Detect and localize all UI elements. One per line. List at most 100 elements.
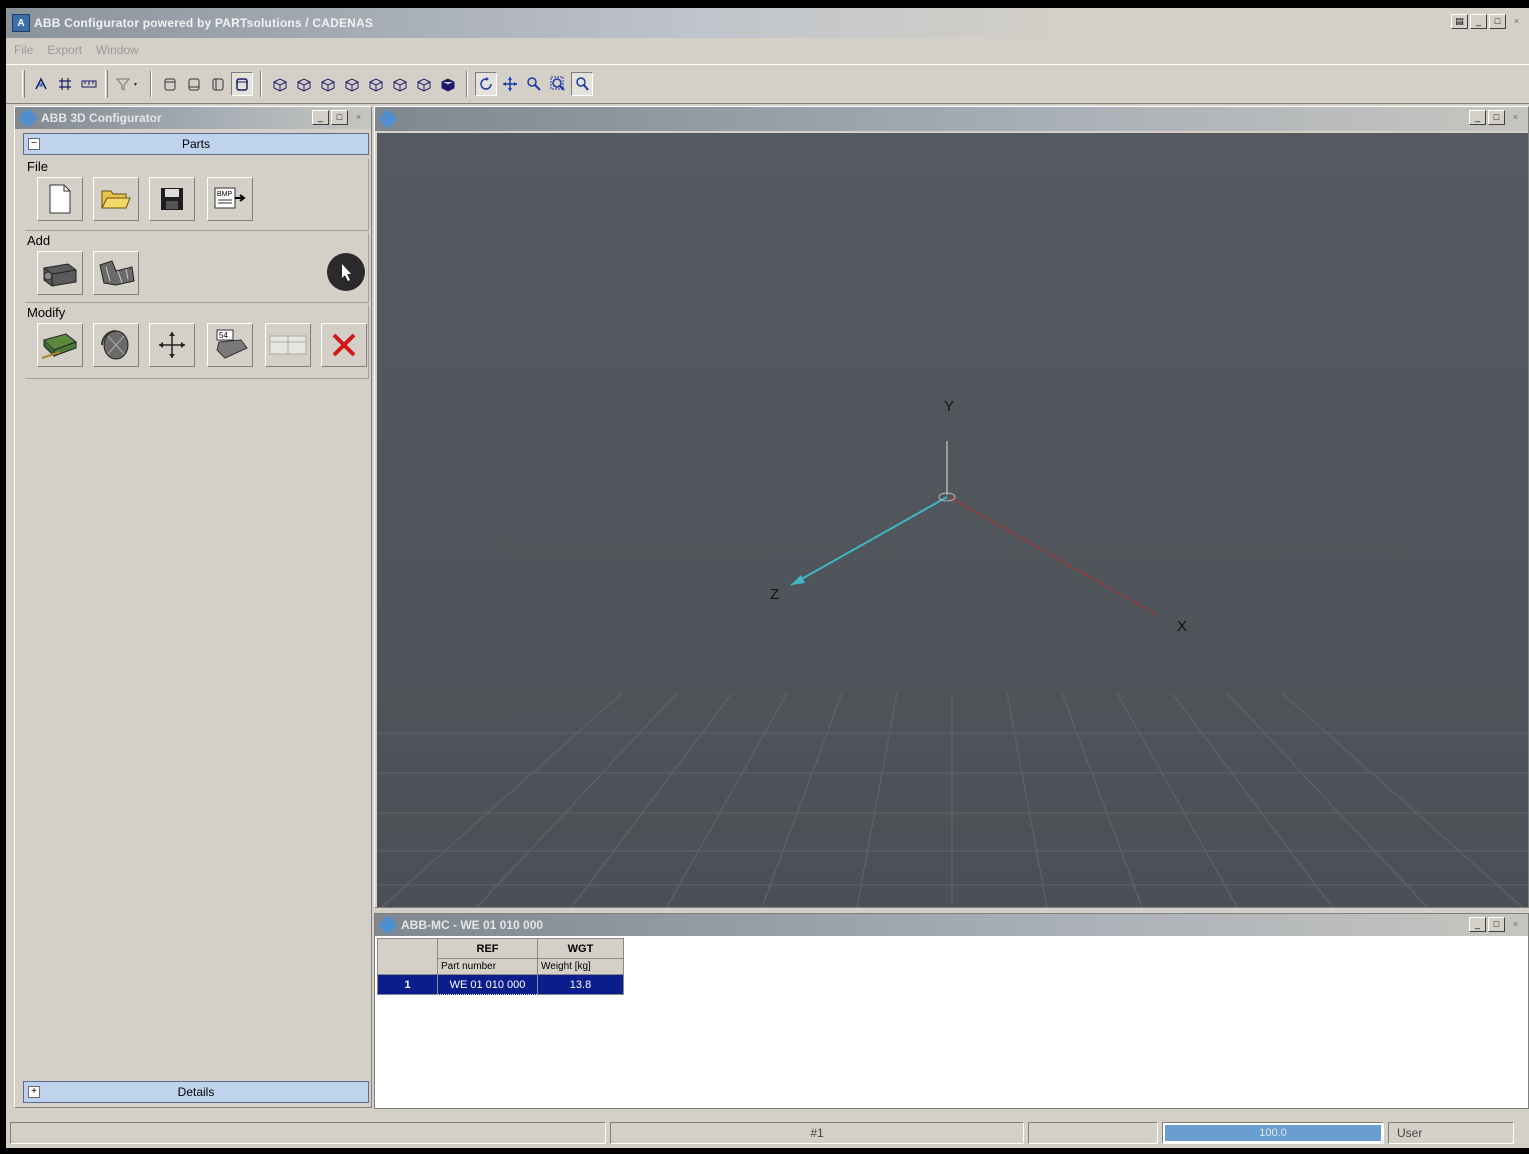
panel-close-button[interactable]: × bbox=[350, 110, 367, 125]
rotate-part-button[interactable] bbox=[93, 323, 139, 367]
panel-title-bar: ABB 3D Configurator _ □ × bbox=[15, 107, 371, 129]
numbering-button[interactable]: 54 bbox=[207, 323, 253, 367]
viewport-maximize-button[interactable]: □ bbox=[1488, 110, 1505, 125]
edit-part-button[interactable] bbox=[37, 323, 83, 367]
iso-view-icon-6[interactable] bbox=[389, 72, 411, 96]
zoom-icon[interactable] bbox=[523, 72, 545, 96]
app-icon: A bbox=[12, 14, 30, 32]
table-window-controls: _ □ × bbox=[1469, 917, 1524, 932]
ruler-icon[interactable] bbox=[78, 72, 100, 96]
col-wgt-label: Weight [kg] bbox=[537, 958, 624, 975]
part-table-window: ABB-MC - WE 01 010 000 _ □ × REF WGT Par… bbox=[374, 913, 1529, 1109]
export-bmp-button[interactable]: BMP bbox=[207, 177, 253, 221]
rotate-icon[interactable] bbox=[475, 72, 497, 96]
main-toolbar bbox=[6, 64, 1529, 104]
parts-section-header[interactable]: − Parts bbox=[23, 133, 369, 155]
menu-bar: File Export Window bbox=[6, 38, 1529, 62]
cube-left-icon[interactable] bbox=[207, 72, 229, 96]
grid-icon[interactable] bbox=[54, 72, 76, 96]
ref-cell[interactable]: WE 01 010 000 bbox=[437, 974, 538, 995]
3d-viewport[interactable]: Y Z X bbox=[377, 133, 1528, 907]
edit-part-icon bbox=[41, 333, 78, 359]
ground-grid bbox=[377, 692, 1528, 907]
collapse-icon[interactable]: − bbox=[28, 138, 40, 150]
menu-file[interactable]: File bbox=[14, 43, 33, 57]
parts-header-label: Parts bbox=[181, 137, 210, 151]
toolbar-grip[interactable] bbox=[22, 70, 25, 98]
zoom-window-icon[interactable] bbox=[547, 72, 569, 96]
iso-view-icon-4[interactable] bbox=[341, 72, 363, 96]
delete-x-icon bbox=[332, 333, 356, 357]
col-ref-header[interactable]: REF bbox=[437, 938, 538, 959]
open-file-button[interactable] bbox=[93, 177, 139, 221]
filter-icon[interactable] bbox=[113, 72, 143, 96]
iso-view-icon-2[interactable] bbox=[293, 72, 315, 96]
add-part-button[interactable] bbox=[37, 251, 83, 295]
panel-minimize-button[interactable]: _ bbox=[312, 110, 329, 125]
print-icon[interactable]: ▤ bbox=[1451, 14, 1468, 29]
window-title: ABB Configurator powered by PARTsolution… bbox=[34, 16, 374, 30]
part-table[interactable]: REF WGT Part number Weight [kg] 1 WE 01 … bbox=[377, 938, 624, 995]
cube-back-icon[interactable] bbox=[183, 72, 205, 96]
wgt-cell[interactable]: 13.8 bbox=[537, 974, 624, 995]
panel-window-controls: _ □ × bbox=[312, 110, 367, 125]
x-axis-line bbox=[948, 496, 1158, 616]
table-close-button[interactable]: × bbox=[1507, 917, 1524, 932]
move-part-button[interactable] bbox=[149, 323, 195, 367]
expand-icon[interactable]: + bbox=[28, 1086, 40, 1098]
new-file-button[interactable] bbox=[37, 177, 83, 221]
table-row[interactable]: 1 WE 01 010 000 13.8 bbox=[377, 974, 624, 995]
menu-window[interactable]: Window bbox=[96, 43, 139, 57]
viewport-minimize-button[interactable]: _ bbox=[1469, 110, 1486, 125]
modify-group: Modify 54 bbox=[25, 305, 369, 379]
table-maximize-button[interactable]: □ bbox=[1488, 917, 1505, 932]
iso-view-icon-7[interactable] bbox=[413, 72, 435, 96]
add-assembly-button[interactable] bbox=[93, 251, 139, 295]
y-axis-label: Y bbox=[944, 398, 954, 415]
svg-text:BMP: BMP bbox=[217, 191, 233, 198]
file-group-label: File bbox=[27, 159, 48, 174]
zoom-fit-icon[interactable] bbox=[571, 72, 593, 96]
maximize-button[interactable]: □ bbox=[1489, 14, 1506, 29]
pan-icon[interactable] bbox=[499, 72, 521, 96]
delete-part-button[interactable] bbox=[321, 323, 367, 367]
open-folder-icon bbox=[101, 190, 131, 209]
iso-view-icon-8[interactable] bbox=[437, 72, 459, 96]
iso-view-icon-3[interactable] bbox=[317, 72, 339, 96]
table-app-icon bbox=[378, 915, 398, 935]
cube-front-icon[interactable] bbox=[159, 72, 181, 96]
save-file-button[interactable] bbox=[149, 177, 195, 221]
details-section-header[interactable]: + Details bbox=[23, 1081, 369, 1103]
z-axis-label: Z bbox=[770, 586, 779, 603]
close-button[interactable]: × bbox=[1508, 14, 1525, 29]
add-group: Add bbox=[25, 233, 369, 303]
col-wgt-header[interactable]: WGT bbox=[537, 938, 624, 959]
status-pane-page: #1 bbox=[610, 1122, 1024, 1144]
iso-view-icon-5[interactable] bbox=[365, 72, 387, 96]
panel-maximize-button[interactable]: □ bbox=[331, 110, 348, 125]
panel-title: ABB 3D Configurator bbox=[41, 111, 162, 125]
iso-view-icon[interactable] bbox=[269, 72, 291, 96]
rotate-part-icon bbox=[101, 330, 129, 360]
cube-right-icon[interactable] bbox=[231, 72, 253, 96]
status-pane-message bbox=[10, 1122, 606, 1144]
col-ref-label: Part number bbox=[437, 958, 538, 975]
save-disk-icon bbox=[161, 188, 183, 210]
viewport-app-icon bbox=[378, 109, 398, 129]
toolbar-separator-3 bbox=[466, 71, 468, 97]
progress-bar: 100.0 bbox=[1162, 1122, 1384, 1144]
select-cursor-icon[interactable] bbox=[327, 253, 365, 291]
dimension-button[interactable] bbox=[265, 323, 311, 367]
minimize-button[interactable]: _ bbox=[1470, 14, 1487, 29]
view-rotate-icon[interactable] bbox=[30, 72, 52, 96]
viewport-close-button[interactable]: × bbox=[1507, 110, 1524, 125]
new-document-icon bbox=[49, 184, 71, 214]
3d-scene[interactable]: Y Z X bbox=[377, 133, 1528, 907]
numbering-icon: 54 bbox=[216, 329, 248, 359]
row-index[interactable]: 1 bbox=[377, 974, 438, 995]
viewport-title-bar: _ □ × bbox=[375, 107, 1528, 131]
table-minimize-button[interactable]: _ bbox=[1469, 917, 1486, 932]
toolbar-grip-2[interactable] bbox=[105, 70, 108, 98]
move-arrows-icon bbox=[159, 332, 185, 358]
menu-export[interactable]: Export bbox=[47, 43, 82, 57]
